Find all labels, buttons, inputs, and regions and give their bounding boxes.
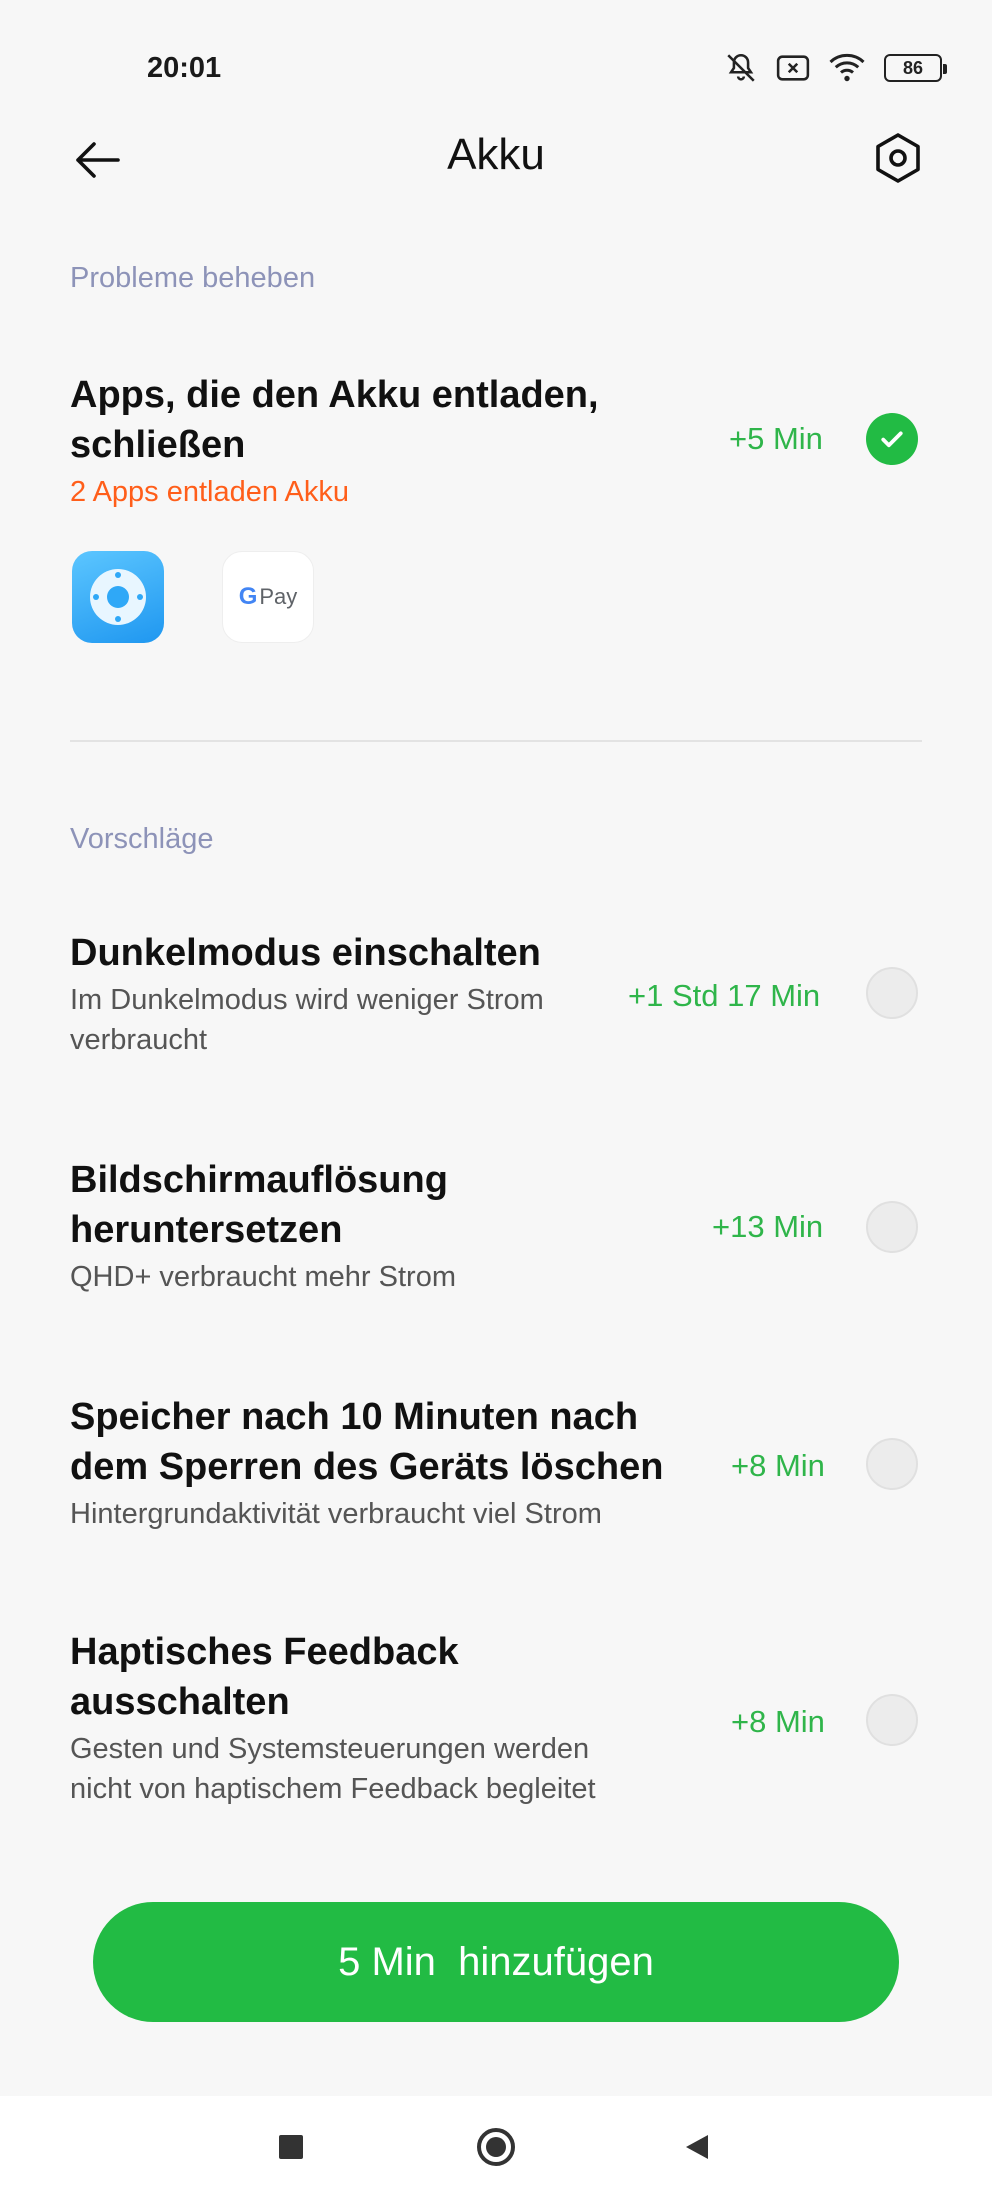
suggestion-radio[interactable] — [866, 967, 918, 1019]
app-bar: Akku — [0, 110, 992, 210]
status-icons: 86 — [724, 50, 947, 86]
gain-label: +13 Min — [712, 1209, 824, 1244]
divider — [70, 740, 922, 742]
item-subtitle: Hintergrundaktivität verbraucht viel Str… — [70, 1498, 602, 1530]
item-subtitle: 2 Apps entladen Akku — [70, 476, 349, 508]
item-subtitle: Gesten und Systemsteuerungen werden nich… — [70, 1733, 596, 1805]
recents-square-icon[interactable] — [266, 2122, 316, 2172]
gain-label: +5 Min — [729, 421, 823, 456]
home-circle-icon[interactable] — [471, 2122, 521, 2172]
section-header-suggestions: Vorschläge — [70, 823, 214, 855]
settings-hex-icon[interactable] — [870, 130, 926, 186]
page-title: Akku — [447, 130, 545, 179]
wifi-icon — [829, 54, 865, 82]
item-subtitle: QHD+ verbraucht mehr Strom — [70, 1261, 456, 1293]
battery-icon: 86 — [884, 54, 947, 82]
mute-icon — [727, 53, 755, 82]
navigation-bar — [0, 2096, 992, 2201]
gain-label: +8 Min — [731, 1704, 825, 1739]
suggestion-radio[interactable] — [866, 1201, 918, 1253]
battery-level: 86 — [902, 57, 924, 78]
gpay-app-icon: G Pay — [222, 551, 314, 643]
add-time-button[interactable]: 5 Min hinzufügen — [93, 1902, 899, 2022]
check-icon — [881, 431, 903, 448]
status-time: 20:01 — [147, 52, 222, 84]
status-bar: 20:01 86 — [0, 0, 992, 110]
suggestion-radio[interactable] — [866, 1438, 918, 1490]
gain-label: +8 Min — [731, 1448, 825, 1483]
checked-radio[interactable] — [866, 413, 918, 465]
sim-off-icon — [776, 55, 810, 81]
suggestion-radio[interactable] — [866, 1694, 918, 1746]
item-title: Dunkelmodus einschalten — [70, 932, 541, 974]
back-triangle-icon[interactable] — [672, 2122, 722, 2172]
gain-label: +1 Std 17 Min — [628, 978, 821, 1013]
remote-app-icon — [72, 551, 164, 643]
section-header-troubleshoot: Probleme beheben — [70, 262, 316, 294]
